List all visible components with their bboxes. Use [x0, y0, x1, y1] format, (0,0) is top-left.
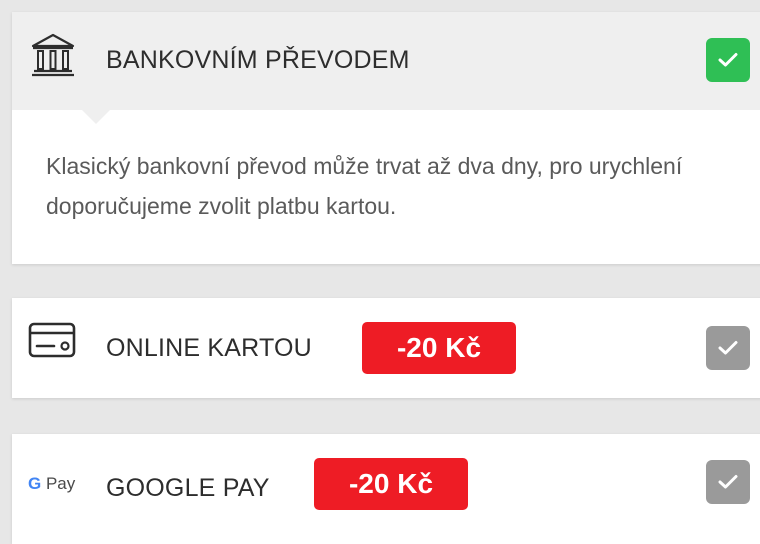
check-icon [718, 53, 738, 67]
discount-badge: -20 Kč [362, 322, 516, 374]
payment-option-header[interactable]: BANKOVNÍM PŘEVODEM [12, 12, 760, 110]
payment-option-online-card[interactable]: ONLINE KARTOU -20 Kč [12, 298, 760, 398]
discount-badge: -20 Kč [314, 458, 468, 510]
google-pay-icon: G Pay [28, 474, 76, 493]
unselected-checkbox[interactable] [706, 326, 750, 370]
bank-icon [30, 32, 76, 83]
payment-option-bank-transfer[interactable]: BANKOVNÍM PŘEVODEM Klasický bankovní pře… [12, 12, 760, 264]
check-icon [718, 475, 738, 489]
payment-option-label: ONLINE KARTOU [106, 334, 312, 362]
header-pointer [82, 110, 110, 124]
unselected-checkbox[interactable] [706, 460, 750, 504]
credit-card-icon [28, 322, 76, 363]
check-icon [718, 341, 738, 355]
selected-checkbox[interactable] [706, 38, 750, 82]
payment-option-label: GOOGLE PAY [106, 474, 270, 502]
payment-option-label: BANKOVNÍM PŘEVODEM [106, 46, 410, 74]
payment-option-description: Klasický bankovní převod může trvat až d… [46, 153, 683, 219]
payment-option-google-pay[interactable]: G Pay GOOGLE PAY -20 Kč [12, 434, 760, 544]
